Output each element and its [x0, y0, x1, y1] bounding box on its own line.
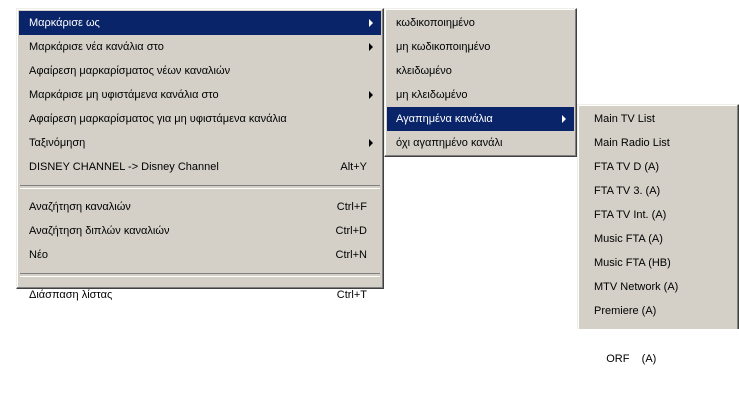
menu-item-label: ORF (A): [606, 353, 657, 365]
menu-item-shortcut: Ctrl+D: [335, 225, 367, 237]
favorites-item-main-tv-list[interactable]: Main TV List: [580, 107, 736, 131]
menu-item-split-list[interactable]: Διάσπαση λίστας Ctrl+T: [19, 283, 381, 307]
context-menu: Μαρκάρισε ως Μαρκάρισε νέα κανάλια στο Α…: [16, 8, 384, 301]
menu-item-sort[interactable]: Ταξινόμηση: [19, 131, 381, 155]
menu-item-label: Αφαίρεση μαρκαρίσματος για μη υφιστάμενα…: [29, 113, 287, 125]
submenu-arrow-icon: [562, 115, 566, 123]
submenu-item-favorites[interactable]: Αγαπημένα κανάλια: [387, 107, 574, 131]
favorites-item-orf[interactable]: ORF (A): [580, 323, 736, 365]
submenu-item-encrypted[interactable]: κωδικοποιημένο: [387, 11, 574, 35]
favorites-item-mtv-network[interactable]: MTV Network (A): [580, 275, 736, 299]
menu-item-shortcut: Ctrl+T: [336, 289, 367, 301]
menu-item-label: FTA TV Int. (A): [594, 209, 667, 221]
menu-item-label: μη κλειδωμένο: [396, 89, 468, 101]
menu-item-label: Premiere (A): [594, 305, 657, 317]
menu-item-label: Μαρκάρισε νέα κανάλια στο: [29, 41, 164, 53]
submenu-item-not-favorite[interactable]: όχι αγαπημένο κανάλι: [387, 131, 574, 155]
menu-item-shortcut: Alt+Y: [340, 161, 367, 173]
menu-item-label: Μαρκάρισε ως: [29, 17, 100, 29]
submenu-item-locked[interactable]: κλειδωμένο: [387, 59, 574, 83]
submenu-arrow-icon: [369, 91, 373, 99]
menu-item-search-duplicates[interactable]: Αναζήτηση διπλών καναλιών Ctrl+D: [19, 219, 381, 243]
menu-item-label: Μαρκάρισε μη υφιστάμενα κανάλια στο: [29, 89, 219, 101]
submenu-arrow-icon: [369, 139, 373, 147]
favorites-item-music-fta-hb[interactable]: Music FTA (HB): [580, 251, 736, 275]
menu-item-label: μη κωδικοποιημένο: [396, 41, 491, 53]
submenu-arrow-icon: [369, 43, 373, 51]
menu-item-label: Αναζήτηση διπλών καναλιών: [29, 225, 170, 237]
menu-item-label: Νέο: [29, 249, 48, 261]
submenu-item-unlocked[interactable]: μη κλειδωμένο: [387, 83, 574, 107]
menu-item-mark-nonexistent-channels-in[interactable]: Μαρκάρισε μη υφιστάμενα κανάλια στο: [19, 83, 381, 107]
menu-item-label: FTA TV 3. (A): [594, 185, 661, 197]
favorites-item-fta-tv-3[interactable]: FTA TV 3. (A): [580, 179, 736, 203]
menu-item-shortcut: Ctrl+N: [335, 249, 367, 261]
menu-item-label: όχι αγαπημένο κανάλι: [396, 137, 503, 149]
menu-item-label: Main TV List: [594, 113, 655, 125]
menu-item-label: Main Radio List: [594, 137, 670, 149]
menu-item-label: Ταξινόμηση: [29, 137, 86, 149]
menu-item-label: κλειδωμένο: [396, 65, 452, 77]
menu-separator: [20, 185, 380, 189]
favorites-item-fta-tv-int[interactable]: FTA TV Int. (A): [580, 203, 736, 227]
favorites-item-fta-tv-d[interactable]: FTA TV D (A): [580, 155, 736, 179]
favorites-item-music-fta-a[interactable]: Music FTA (A): [580, 227, 736, 251]
menu-item-unmark-nonexistent-channels[interactable]: Αφαίρεση μαρκαρίσματος για μη υφιστάμενα…: [19, 107, 381, 131]
menu-item-mark-new-channels-in[interactable]: Μαρκάρισε νέα κανάλια στο: [19, 35, 381, 59]
menu-item-label: Διάσπαση λίστας: [29, 289, 113, 301]
menu-item-new[interactable]: Νέο Ctrl+N: [19, 243, 381, 267]
menu-item-search-channels[interactable]: Αναζήτηση καναλιών Ctrl+F: [19, 195, 381, 219]
menu-item-label: Αγαπημένα κανάλια: [396, 113, 493, 125]
favorites-item-premiere[interactable]: Premiere (A): [580, 299, 736, 323]
menu-item-rename-disney[interactable]: DISNEY CHANNEL -> Disney Channel Alt+Y: [19, 155, 381, 179]
favorites-item-main-radio-list[interactable]: Main Radio List: [580, 131, 736, 155]
menu-item-label: Music FTA (A): [594, 233, 663, 245]
menu-item-label: MTV Network (A): [594, 281, 679, 293]
menu-item-label: FTA TV D (A): [594, 161, 659, 173]
submenu-mark-as: κωδικοποιημένο μη κωδικοποιημένο κλειδωμ…: [384, 8, 577, 157]
menu-item-label: Αφαίρεση μαρκαρίσματος νέων καναλιών: [29, 65, 231, 77]
menu-item-unmark-new-channels[interactable]: Αφαίρεση μαρκαρίσματος νέων καναλιών: [19, 59, 381, 83]
submenu-arrow-icon: [369, 19, 373, 27]
menu-item-mark-as[interactable]: Μαρκάρισε ως: [19, 11, 381, 35]
submenu-favorites: Main TV List Main Radio List FTA TV D (A…: [577, 104, 739, 365]
menu-item-label: DISNEY CHANNEL -> Disney Channel: [29, 161, 219, 173]
menu-separator: [20, 273, 380, 277]
menu-item-shortcut: Ctrl+F: [336, 201, 367, 213]
submenu-item-not-encrypted[interactable]: μη κωδικοποιημένο: [387, 35, 574, 59]
menu-item-label: Music FTA (HB): [594, 257, 671, 269]
menu-item-label: Αναζήτηση καναλιών: [29, 201, 131, 213]
menu-item-label: κωδικοποιημένο: [396, 17, 475, 29]
